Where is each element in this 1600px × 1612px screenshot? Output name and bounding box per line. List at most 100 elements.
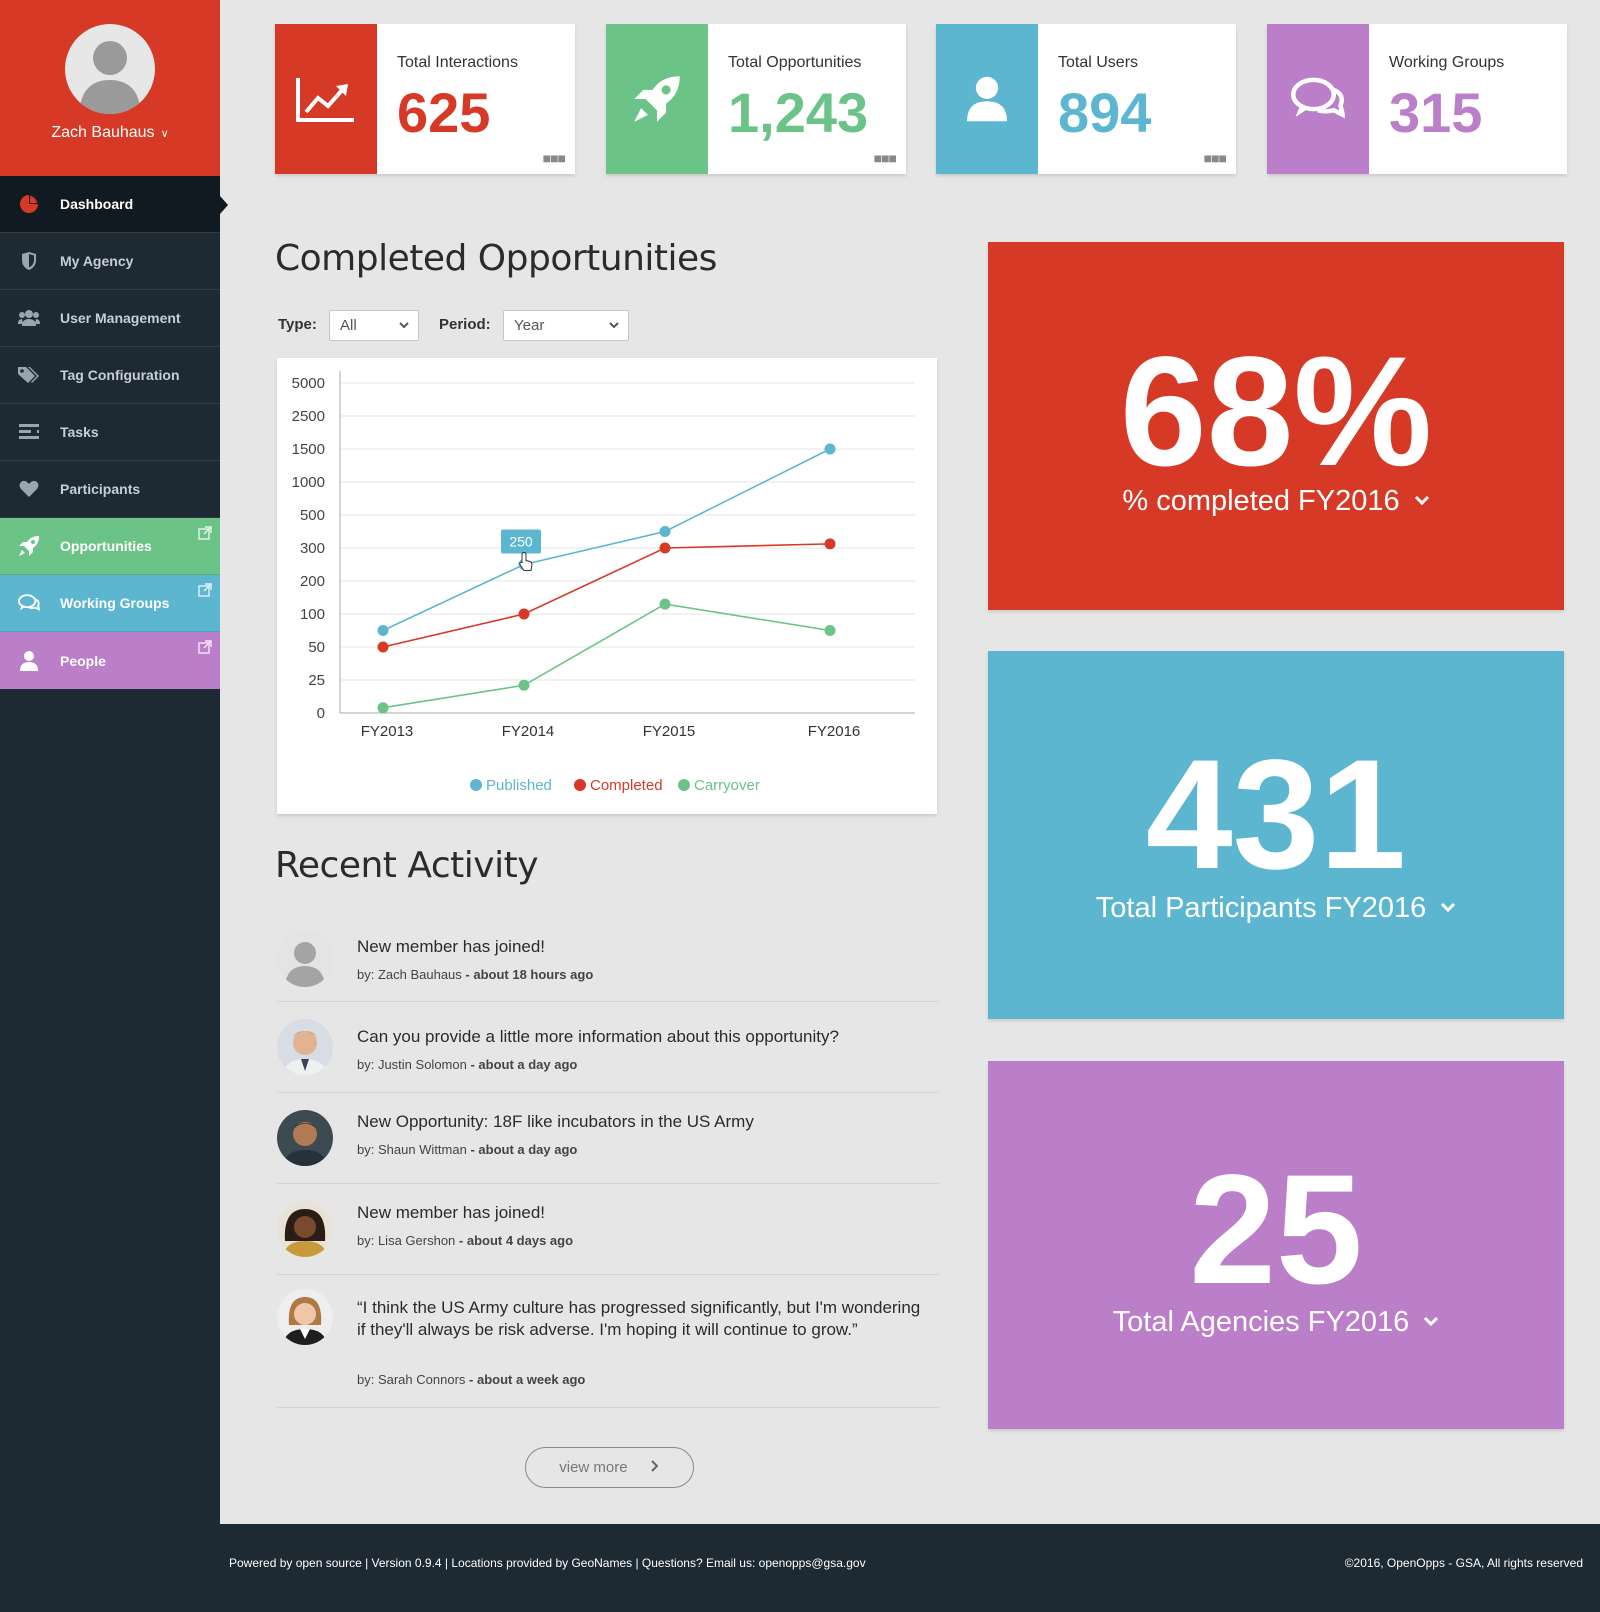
activity-author[interactable]: by: Zach Bauhaus <box>357 967 462 982</box>
stat-card-interactions[interactable]: Total Interactions 625 ■■■ <box>275 24 575 174</box>
data-point-carryover <box>377 702 389 714</box>
chevron-right-icon <box>650 1449 660 1488</box>
data-point-completed <box>659 542 671 554</box>
list-item[interactable]: New member has joined! by: Lisa Gershon … <box>277 1184 939 1275</box>
avatar[interactable] <box>277 1019 333 1075</box>
x-tick-label: FY2014 <box>502 723 555 740</box>
sidebar-item-label: Working Groups <box>60 595 170 611</box>
line-chart: 0 25 50 100 200 300 500 1000 1500 2500 5000 FY2013 F… <box>277 358 937 814</box>
completion-period-toggle[interactable]: % completed FY2016 <box>988 485 1564 518</box>
sidebar-item-label: User Management <box>60 310 181 326</box>
activity-text: New member has joined! <box>357 937 546 956</box>
activity-author[interactable]: by: Lisa Gershon <box>357 1233 455 1248</box>
y-tick-label: 200 <box>300 573 325 590</box>
chevron-down-icon <box>1414 490 1430 511</box>
activity-time: - about 4 days ago <box>458 1233 574 1248</box>
panel-label: % completed FY2016 <box>1122 485 1400 517</box>
agencies-period-toggle[interactable]: Total Agencies FY2016 <box>988 1306 1564 1339</box>
y-tick-label: 25 <box>308 672 325 689</box>
chevron-down-icon <box>608 317 620 337</box>
sidebar-item-user-management[interactable]: User Management <box>0 290 220 347</box>
sidebar-item-opportunities[interactable]: Opportunities <box>0 518 220 575</box>
activity-author[interactable]: by: Sarah Connors <box>357 1372 465 1387</box>
activity-text: Can you provide a little more informatio… <box>357 1027 839 1046</box>
participants-period-toggle[interactable]: Total Participants FY2016 <box>988 892 1564 925</box>
rocket-icon <box>606 24 708 174</box>
participants-panel: 431 Total Participants FY2016 <box>988 651 1564 1019</box>
more-options-icon[interactable]: ■■■ <box>874 150 897 166</box>
legend-marker <box>574 779 586 791</box>
sidebar-item-tasks[interactable]: Tasks <box>0 404 220 461</box>
user-icon <box>936 24 1038 174</box>
x-tick-label: FY2016 <box>808 723 861 740</box>
sidebar-item-dashboard[interactable]: Dashboard <box>0 176 228 233</box>
type-select[interactable]: All <box>329 310 419 341</box>
completion-percent: 68% <box>1119 325 1433 499</box>
sidebar-item-label: Participants <box>60 481 141 497</box>
sidebar-item-working-groups[interactable]: Working Groups <box>0 575 220 632</box>
stat-card-working-groups[interactable]: Working Groups 315 <box>1267 24 1567 174</box>
avatar[interactable] <box>277 1201 333 1257</box>
activity-author[interactable]: by: Shaun Wittman <box>357 1142 467 1157</box>
activity-text: “I think the US Army culture has progres… <box>357 1298 921 1339</box>
data-point-completed <box>377 641 389 653</box>
sidebar-item-tag-configuration[interactable]: Tag Configuration <box>0 347 220 404</box>
sidebar-item-my-agency[interactable]: My Agency <box>0 233 220 290</box>
chevron-down-icon <box>398 317 410 337</box>
more-options-icon[interactable]: ■■■ <box>543 150 566 166</box>
series-line-completed <box>382 543 831 648</box>
list-item[interactable]: Can you provide a little more informatio… <box>277 1002 939 1093</box>
data-point-published <box>659 526 671 537</box>
sidebar-item-label: Dashboard <box>60 196 134 212</box>
sidebar-item-people[interactable]: People <box>0 632 220 689</box>
chevron-down-icon: ∨ <box>160 128 169 140</box>
participants-count: 431 <box>1145 728 1407 902</box>
avatar[interactable] <box>277 931 333 987</box>
stat-label: Total Users <box>1058 54 1139 71</box>
y-tick-label: 500 <box>300 507 325 524</box>
activity-time: - about a day ago <box>470 1057 578 1072</box>
stat-value: 1,243 <box>728 81 869 144</box>
chevron-down-icon <box>1440 897 1456 918</box>
external-link-icon <box>198 583 212 597</box>
avatar[interactable] <box>277 1110 333 1166</box>
profile-header: Zach Bauhaus ∨ <box>0 0 220 176</box>
stat-label: Working Groups <box>1389 54 1505 71</box>
activity-time: - about a day ago <box>470 1142 578 1157</box>
rocket-icon <box>18 535 40 557</box>
activity-meta: by: Zach Bauhaus - about 18 hours ago <box>357 967 593 982</box>
activity-meta: by: Justin Solomon - about a day ago <box>357 1057 577 1072</box>
agencies-panel: 25 Total Agencies FY2016 <box>988 1061 1564 1429</box>
tooltip-value: 250 <box>509 534 533 550</box>
view-more-label: view more <box>559 1459 628 1476</box>
sidebar-item-label: People <box>60 652 106 669</box>
y-tick-label: 0 <box>317 705 325 722</box>
data-point-published <box>377 625 389 636</box>
panel-label: Total Participants FY2016 <box>1095 892 1427 924</box>
y-tick-label: 2500 <box>292 408 325 425</box>
tags-icon <box>18 364 40 386</box>
activity-text: New Opportunity: 18F like incubators in … <box>357 1112 754 1131</box>
sidebar-item-label: Tasks <box>60 424 99 440</box>
stat-card-opportunities[interactable]: Total Opportunities 1,243 ■■■ <box>606 24 906 174</box>
activity-time: - about a week ago <box>469 1372 586 1387</box>
list-item[interactable]: New member has joined! by: Zach Bauhaus … <box>277 925 939 1002</box>
footer-info: Powered by open source | Version 0.9.4 |… <box>229 1556 866 1570</box>
user-avatar[interactable] <box>65 24 155 114</box>
list-item[interactable]: “I think the US Army culture has progres… <box>277 1275 939 1408</box>
type-select-value: All <box>340 317 357 334</box>
view-more-button[interactable]: view more <box>525 1447 694 1488</box>
profile-name-toggle[interactable]: Zach Bauhaus ∨ <box>0 124 220 142</box>
more-options-icon[interactable]: ■■■ <box>1204 150 1227 166</box>
activity-author[interactable]: by: Justin Solomon <box>357 1057 467 1072</box>
sidebar-item-participants[interactable]: Participants <box>0 461 220 518</box>
stat-card-users[interactable]: Total Users 894 ■■■ <box>936 24 1236 174</box>
period-select[interactable]: Year <box>503 310 629 341</box>
avatar[interactable] <box>277 1289 333 1345</box>
footer: Powered by open source | Version 0.9.4 |… <box>0 1524 1600 1612</box>
shield-icon <box>18 250 40 272</box>
list-item[interactable]: New Opportunity: 18F like incubators in … <box>277 1093 939 1184</box>
data-point-completed <box>518 608 530 620</box>
data-point-carryover <box>659 598 671 610</box>
legend-label: Carryover <box>694 777 760 794</box>
